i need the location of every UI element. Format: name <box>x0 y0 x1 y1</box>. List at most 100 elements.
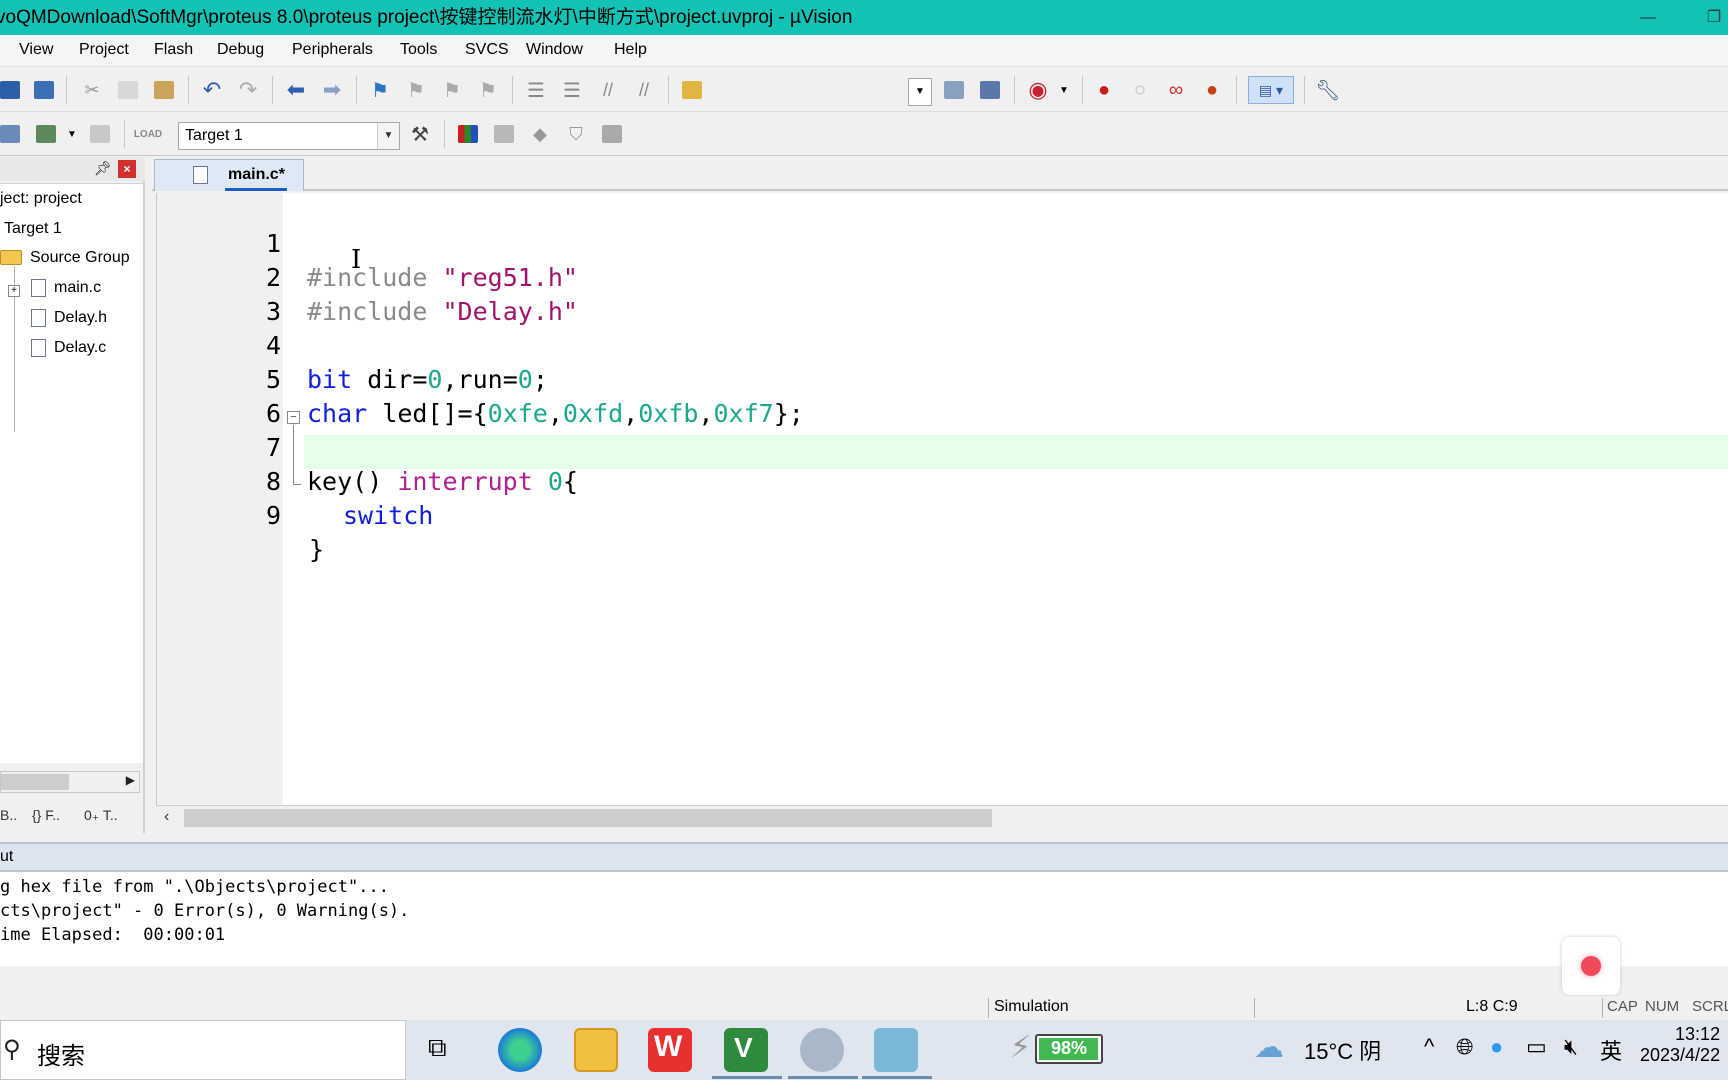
task-view-icon[interactable]: ⧉ <box>428 1032 447 1064</box>
enable-breakpoint-button[interactable]: ○ <box>1126 76 1154 104</box>
uncomment-button[interactable]: // <box>630 76 658 104</box>
target-select[interactable]: Target 1 ▼ <box>178 122 400 150</box>
find-button[interactable] <box>940 76 968 104</box>
tab-functions[interactable]: {} F.. <box>32 807 60 823</box>
file-explorer-icon[interactable] <box>574 1028 618 1072</box>
screen-record-button[interactable] <box>1562 937 1620 995</box>
find-in-files-button[interactable] <box>678 76 706 104</box>
keil-uvision-icon[interactable]: V <box>724 1028 768 1072</box>
wps-office-icon[interactable]: W <box>648 1028 692 1072</box>
tab-main-c[interactable]: main.c* <box>154 159 304 191</box>
close-icon[interactable]: × <box>118 160 136 178</box>
nav-forward-button[interactable]: ➡ <box>318 76 346 104</box>
unindent-button[interactable]: ☰ <box>558 76 586 104</box>
manage-rte-button[interactable]: ◆ <box>526 120 554 148</box>
find-combo-dropdown[interactable]: ▼ <box>908 78 932 106</box>
scroll-thumb[interactable] <box>184 809 992 827</box>
select-packs-button[interactable] <box>490 120 518 148</box>
scroll-thumb[interactable] <box>1 774 69 790</box>
menu-help[interactable]: Help <box>614 41 647 59</box>
tree-file-delay-h[interactable]: Delay.h <box>31 309 107 327</box>
indent-button[interactable]: ☰ <box>522 76 550 104</box>
notepad-icon[interactable] <box>874 1028 918 1072</box>
clock[interactable]: 13:12 2023/4/22 <box>1640 1024 1720 1066</box>
project-hscrollbar[interactable]: ▶ <box>0 771 140 793</box>
proteus-icon[interactable] <box>800 1028 844 1072</box>
nav-back-button[interactable]: ⬅ <box>282 76 310 104</box>
menu-project[interactable]: Project <box>79 41 129 59</box>
redo-button[interactable]: ↷ <box>234 76 262 104</box>
tree-target[interactable]: Target 1 <box>4 220 62 238</box>
code-editor[interactable]: 1 #include "reg51.h" 2 #include "Delay.h… <box>156 193 1728 805</box>
scroll-left-icon[interactable]: ‹ <box>164 808 169 826</box>
tree-file-main[interactable]: main.c <box>31 279 101 297</box>
manage-project-items-button[interactable] <box>454 120 482 148</box>
minimize-button[interactable]: — <box>1628 0 1668 35</box>
chevron-up-icon[interactable]: ^ <box>1424 1034 1434 1060</box>
cut-button[interactable]: ✂ <box>78 76 106 104</box>
restore-button[interactable]: ❐ <box>1694 0 1728 35</box>
battery-indicator[interactable]: 98% <box>1035 1034 1103 1064</box>
bookmark-clear-button[interactable]: ⚑ <box>474 76 502 104</box>
menu-peripherals[interactable]: Peripherals <box>292 41 373 59</box>
file-icon <box>31 279 46 297</box>
translate-button[interactable] <box>0 120 24 148</box>
tab-books[interactable]: B.. <box>0 807 17 823</box>
build-dropdown-icon[interactable]: ▼ <box>58 120 86 148</box>
editor-hscrollbar[interactable]: ‹ <box>156 805 1728 829</box>
fold-collapse-icon[interactable]: − <box>287 411 300 424</box>
globe-icon[interactable]: 🌐︎ <box>1456 1034 1474 1060</box>
save-button[interactable] <box>0 76 24 104</box>
bookmark-next-button[interactable]: ⚑ <box>438 76 466 104</box>
menu-window[interactable]: Window <box>526 41 583 59</box>
build-button[interactable] <box>32 120 60 148</box>
bookmark-toggle-button[interactable]: ⚑ <box>366 76 394 104</box>
build-output[interactable]: g hex file from ".\Objects\project"... c… <box>0 872 1728 966</box>
paste-button[interactable] <box>150 76 178 104</box>
rte-button[interactable] <box>598 120 626 148</box>
insert-breakpoint-button[interactable]: ● <box>1090 76 1118 104</box>
window-layout-button[interactable]: ▤ ▾ <box>1248 76 1294 104</box>
stop-build-button[interactable] <box>86 120 114 148</box>
pin-icon[interactable]: 📌︎ <box>94 160 112 177</box>
undo-button[interactable]: ↶ <box>198 76 226 104</box>
save-all-button[interactable] <box>30 76 58 104</box>
tree-file-delay-c[interactable]: Delay.c <box>31 339 106 357</box>
tab-templates[interactable]: 0₊ T.. <box>84 807 118 824</box>
project-panel: 📌︎ × ject: project Target 1 Source Group… <box>0 157 145 833</box>
code-line: 5 char led[]={0xfe,0xfd,0xfb,0xf7}; <box>157 329 1728 428</box>
toolbar-separator <box>1014 76 1015 104</box>
target-options-icon[interactable]: ⚒ <box>406 120 434 148</box>
tree-project-root[interactable]: ject: project <box>0 190 82 208</box>
input-method-label[interactable]: 英 <box>1600 1034 1622 1066</box>
menu-svcs[interactable]: SVCS <box>465 41 509 59</box>
menu-flash[interactable]: Flash <box>154 41 193 59</box>
menu-debug[interactable]: Debug <box>217 41 264 59</box>
disable-breakpoints-button[interactable]: ∞ <box>1162 76 1190 104</box>
qq-icon[interactable]: ● <box>1490 1034 1503 1060</box>
edge-browser-icon[interactable] <box>498 1028 542 1072</box>
fold-guide-end <box>293 484 301 485</box>
taskbar-search[interactable]: ⚲ 搜索 <box>0 1020 406 1080</box>
speaker-muted-icon[interactable]: 🔇︎ <box>1564 1034 1578 1060</box>
incremental-find-button[interactable] <box>976 76 1004 104</box>
tree-source-group[interactable]: Source Group <box>0 249 130 267</box>
menu-view[interactable]: View <box>19 41 53 59</box>
configuration-wrench-icon[interactable]: 🔧︎ <box>1314 76 1342 104</box>
menu-tools[interactable]: Tools <box>400 41 437 59</box>
kill-breakpoints-button[interactable]: ● <box>1198 76 1226 104</box>
project-panel-tabs: B.. {} F.. 0₊ T.. <box>0 803 143 829</box>
expand-plus-icon[interactable]: + <box>8 285 20 297</box>
network-icon[interactable]: ▭ <box>1526 1034 1547 1060</box>
debug-session-button[interactable]: ◉ <box>1024 76 1052 104</box>
download-load-button[interactable]: LOAD <box>134 120 162 148</box>
weather-text[interactable]: 15°C 阴 <box>1304 1034 1381 1066</box>
chevron-down-icon[interactable]: ▼ <box>377 123 399 149</box>
comment-button[interactable]: // <box>594 76 622 104</box>
bookmark-prev-button[interactable]: ⚑ <box>402 76 430 104</box>
pack-installer-button[interactable]: ⛉ <box>562 120 590 148</box>
copy-button[interactable] <box>114 76 142 104</box>
scroll-right-icon[interactable]: ▶ <box>126 773 135 787</box>
file-icon <box>193 166 208 184</box>
debug-dropdown-icon[interactable]: ▼ <box>1050 76 1078 104</box>
